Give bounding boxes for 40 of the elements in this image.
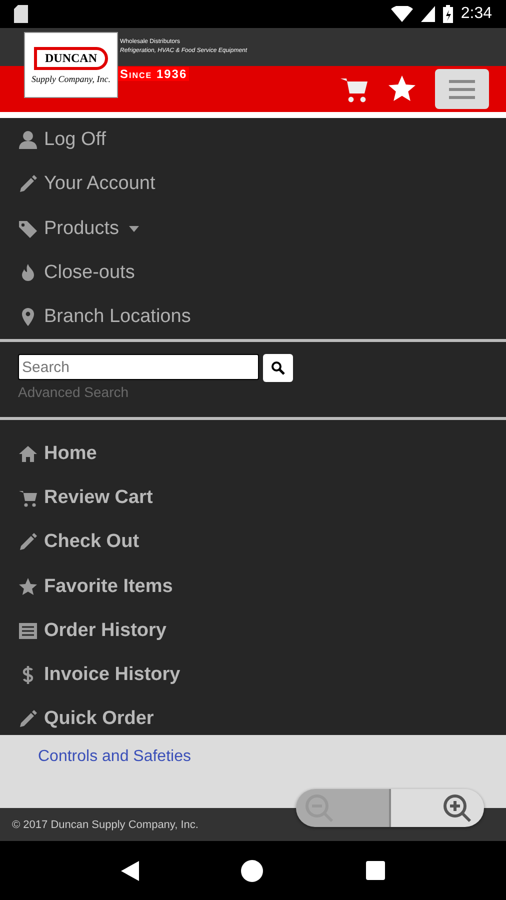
menu-link[interactable]: Home: [44, 442, 97, 465]
menu-link[interactable]: Check Out: [44, 531, 140, 554]
since-label: Since 1936: [118, 67, 190, 81]
zoom-in-button[interactable]: [389, 789, 484, 827]
wifi-icon: [390, 6, 413, 22]
menu-link[interactable]: Products: [44, 218, 119, 240]
list-icon: [18, 620, 38, 641]
battery-icon: [442, 5, 453, 23]
signal-icon: [420, 6, 435, 22]
home-icon[interactable]: [241, 860, 264, 882]
menu-link[interactable]: Log Off: [44, 129, 106, 152]
menu-link[interactable]: Favorite Items: [44, 576, 173, 598]
pencil-icon: [18, 532, 38, 552]
search-icon: [271, 361, 285, 376]
menu-link[interactable]: Review Cart: [44, 486, 153, 509]
star-icon[interactable]: [387, 74, 417, 104]
search-field[interactable]: Search: [18, 354, 259, 380]
pencil-icon: [18, 174, 38, 194]
menu-link[interactable]: Branch Locations: [44, 306, 191, 328]
zoom-out-button[interactable]: [296, 789, 389, 827]
category-link[interactable]: Controls and Safeties: [38, 747, 506, 767]
back-icon[interactable]: [121, 860, 140, 880]
star-icon: [18, 576, 38, 597]
clock-time: 2:34: [460, 5, 492, 23]
sd-card-icon: [14, 5, 28, 23]
copyright-text: © 2017 Duncan Supply Company, Inc.: [12, 818, 198, 830]
company-logo[interactable]: DUNCAN Supply Company, Inc.: [24, 32, 118, 98]
home-icon: [18, 444, 38, 464]
menu-button[interactable]: [435, 69, 489, 109]
menu-link[interactable]: Invoice History: [44, 664, 180, 686]
tag-icon: [18, 218, 38, 239]
menu-link[interactable]: Order History: [44, 620, 166, 642]
menu-link[interactable]: Your Account: [44, 173, 156, 196]
caret-icon: [128, 226, 139, 232]
pencil-icon: [18, 709, 38, 730]
recents-icon[interactable]: [366, 861, 385, 880]
menu-link[interactable]: Close-outs: [44, 262, 135, 284]
menu-link[interactable]: Quick Order: [44, 708, 154, 730]
user-icon: [18, 130, 38, 150]
search-button[interactable]: [263, 354, 293, 382]
